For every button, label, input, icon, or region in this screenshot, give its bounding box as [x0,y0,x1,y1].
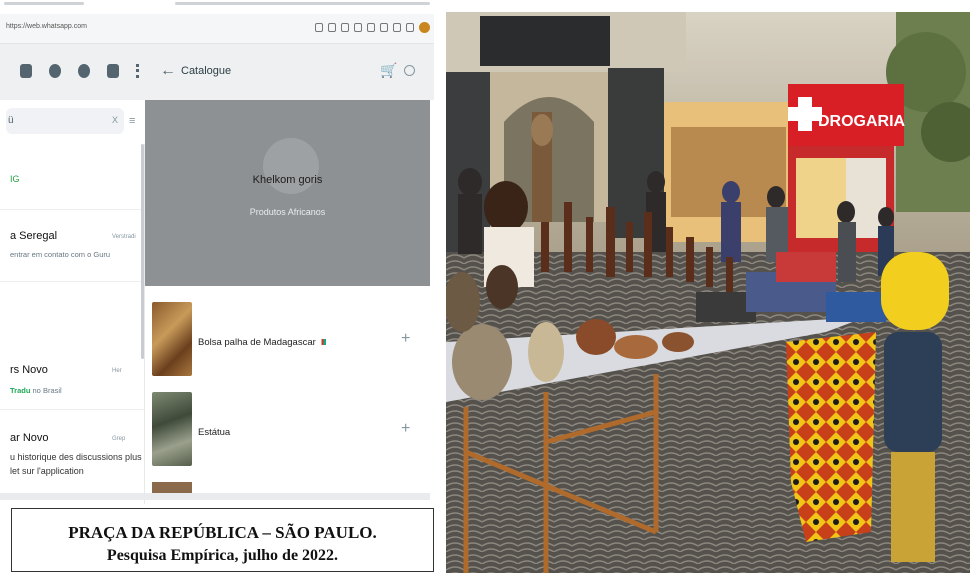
chat-name: a Seregal [10,230,58,242]
list-item[interactable]: ar Novo Grep [0,410,145,450]
sync-info-text: u historique des discussions plus let su… [10,450,145,478]
menu-icon[interactable] [136,64,139,78]
chat-time: Verstradi [112,234,136,240]
caption-line-2: Pesquisa Empírica, julho de 2022. [106,547,339,564]
list-item[interactable]: IG [0,144,145,210]
search-query: ü [8,115,14,126]
business-subtitle: Produtos Africanos [249,207,326,217]
info-line: let sur l'application [10,466,84,476]
channels-icon[interactable] [78,64,90,78]
chat-name: rs Novo [10,364,48,376]
info-line: u historique des discussions plus [10,452,142,462]
community-icon[interactable] [20,64,32,78]
emoji-icon[interactable] [404,65,415,76]
list-item[interactable]: rs Novo Her Tradu no Brasil [0,344,145,410]
extension-icon[interactable] [380,23,388,32]
filter-icon[interactable]: ≡ [129,115,135,127]
search-row: ü X ≡ [0,100,145,144]
street-market-photo: DROGARIA [446,12,970,573]
chat-preview: Tradu no Brasil [10,386,62,395]
profile-avatar[interactable] [419,22,430,33]
add-item-icon[interactable]: + [401,330,410,348]
chat-preview-rest: no Brasil [32,386,62,395]
list-item[interactable]: a Seregal Verstradi entrar em contato co… [0,210,145,282]
business-name: Khelkom goris [252,174,323,186]
star-icon[interactable] [354,23,362,32]
chat-time: Her [112,368,122,374]
browser-address-bar[interactable]: https://web.whatsapp.com [0,14,434,44]
store-sign-text: DROGARIA [818,113,906,130]
url-text[interactable]: https://web.whatsapp.com [6,23,87,30]
catalogue-item[interactable]: Bolsa palha de Madagascar + [145,294,430,376]
product-image[interactable] [152,392,192,466]
chat-list-scrollbar[interactable] [141,144,144,359]
product-name: Bolsa palha de Madagascar [198,337,326,348]
zoom-icon[interactable] [328,23,336,32]
status-icon[interactable] [49,64,61,78]
chat-preview-highlight: Tradu [10,386,31,395]
key-icon[interactable] [341,23,349,32]
back-arrow-icon[interactable]: ← [160,62,176,80]
catalogue-item[interactable]: Estátua + [145,384,430,466]
building-window [480,16,610,66]
search-input[interactable]: ü X [6,108,124,134]
vendor [484,181,528,233]
chat-preview: entrar em contato com o Guru [10,250,111,259]
catalogue-list: Bolsa palha de Madagascar + Estátua + [145,286,430,504]
new-chat-icon[interactable] [107,64,119,78]
business-banner: Khelkom goris Produtos Africanos [145,100,430,286]
chat-time: Grep [112,436,126,442]
browser-toolbar [315,22,430,33]
puzzle-icon[interactable] [393,23,401,32]
chat-label: IG [10,174,20,184]
photo-illustration: DROGARIA [446,12,970,573]
composite-figure: https://web.whatsapp.com ← Catalogue 🛒 ü… [0,0,970,573]
caption-line-1: PRAÇA DA REPÚBLICA – SÃO PAULO. [68,523,377,542]
add-item-icon[interactable]: + [401,420,410,438]
browser-tab-strip [0,0,434,14]
app-header: ← Catalogue 🛒 [0,44,434,100]
whatsapp-screenshot: https://web.whatsapp.com ← Catalogue 🛒 ü… [0,0,434,573]
chat-name: ar Novo [10,432,49,444]
clear-search-icon[interactable]: X [112,115,118,125]
figure-caption: PRAÇA DA REPÚBLICA – SÃO PAULO. Pesquisa… [11,508,434,572]
panel-bottom-edge [0,493,430,500]
madagascar-flag-icon [318,339,326,345]
panel-title: Catalogue [181,65,232,77]
product-name: Estátua [198,427,231,438]
patterned-fabric [786,332,876,542]
list-item[interactable] [0,282,145,344]
chat-header-icons [20,64,139,78]
cart-icon[interactable]: 🛒 [380,62,397,79]
extension-icon[interactable] [315,23,323,32]
product-image[interactable] [152,302,192,376]
extension-icon[interactable] [406,23,414,32]
extension-icon[interactable] [367,23,375,32]
